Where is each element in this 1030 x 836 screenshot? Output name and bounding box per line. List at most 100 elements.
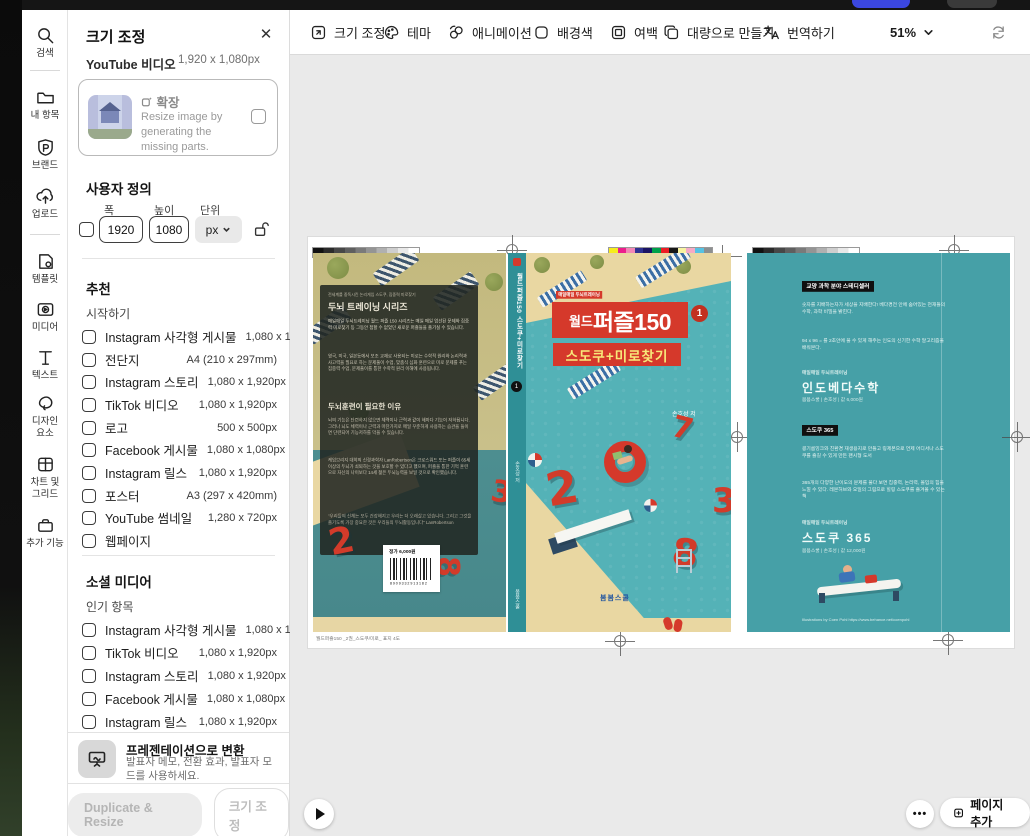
option-label: 로고 [105,418,128,437]
duplicate-resize-button[interactable]: Duplicate & Resize [68,793,202,836]
spine-title: 월드퍼즐150 스도쿠+미로찾기 [513,273,523,369]
option-label: Instagram 사각형 게시물 [105,327,237,346]
width-input[interactable] [99,216,143,243]
sync-icon [990,24,1007,41]
decor-tree [534,257,550,273]
flap-badge: 스도쿠 365 [802,425,838,436]
close-icon[interactable]: ✕ [257,25,275,43]
sidebar-item-media[interactable]: 미디어 [22,300,68,334]
checkbox[interactable] [82,466,96,480]
top-bar-secondary-button[interactable] [947,0,997,8]
back-heading: 두뇌 트레이닝 시리즈 [328,300,408,313]
history-sync-control[interactable] [990,10,1007,55]
toolbar-bulk-create[interactable]: 대량으로 만들기 [663,10,774,55]
sidebar-item-my-items[interactable]: 내 항목 [22,88,68,122]
height-input[interactable] [149,216,189,243]
background-color-icon [533,24,550,41]
play-preview-button[interactable] [304,799,334,829]
size-option-row[interactable]: 로고500 x 500px [82,419,277,436]
bulk-create-icon [663,24,680,41]
sidebar-item-templates[interactable]: 템플릿 [22,252,68,286]
unit-value: px [206,223,219,237]
templates-icon [36,252,55,271]
sidebar-item-search[interactable]: 검색 [22,26,68,60]
unlock-icon[interactable] [252,220,270,238]
toolbar-margins[interactable]: 여백 [610,10,658,55]
sidebar-item-label: 디자인 요소 [32,416,58,440]
checkbox[interactable] [82,375,96,389]
decor-number-3: 3 [712,481,731,521]
checkbox[interactable] [82,398,96,412]
checkbox[interactable] [82,511,96,525]
sidebar-item-charts-grids[interactable]: 차트 및 그리드 [22,455,68,501]
size-option-row[interactable]: Instagram 릴스1,080 x 1,920px [82,464,277,481]
toolbar-animation[interactable]: 애니메이션 [448,10,532,55]
checkbox[interactable] [82,353,96,367]
book-back-cover[interactable]: 전세계를 중독시킨 논리게임 스도쿠, 집중력 미로찾기 두뇌 트레이닝 시리즈… [313,253,506,632]
size-option-row[interactable]: Instagram 릴스1,080 x 1,920px [82,713,277,730]
option-size: 1,080 x 1,920px [208,376,286,388]
size-option-row[interactable]: 전단지A4 (210 x 297mm) [82,351,277,368]
front-publisher-logo: 봄봄스쿨 [600,593,630,603]
book-front-cover[interactable]: 매일매일 두뇌트레이닝 월드퍼즐150 1 스도쿠+미로찾기 손호성 저 7 2… [526,253,731,632]
checkbox[interactable] [82,330,96,344]
size-option-row[interactable]: Instagram 스토리1,080 x 1,920px [82,667,277,684]
price-label: 정가 6,000원 [389,548,449,555]
checkbox[interactable] [82,421,96,435]
size-option-row[interactable]: 포스터A3 (297 x 420mm) [82,487,277,504]
convert-to-presentation-banner[interactable]: 프레젠테이션으로 변환 발표자 메모, 전환 효과, 발표자 모드를 사용하세요… [68,732,289,784]
toolbar-label: 번역하기 [787,23,835,42]
toolbar-translate[interactable]: 번역하기 [763,10,835,55]
toolbox-icon [36,516,55,535]
app-sidebar: 검색 내 항목 브랜드 업로드 템플릿 미디어 텍스트 디자인 요소 차트 및 … [22,10,68,836]
toolbar-label: 테마 [407,23,431,42]
size-option-row[interactable]: Facebook 게시물1,080 x 1,080px [82,690,277,707]
option-label: Instagram 릴스 [105,463,187,482]
back-subheading: 두뇌훈련이 필요한 이유 [328,401,401,412]
size-option-row[interactable]: TikTok 비디오1,080 x 1,920px [82,396,277,413]
size-option-row[interactable]: TikTok 비디오1,080 x 1,920px [82,644,277,661]
divider [82,555,275,556]
size-option-row[interactable]: 웹페이지 [82,532,277,549]
registration-mark [1002,422,1030,452]
generative-expand-card[interactable]: 확장 Resize image by generating the missin… [78,79,278,156]
decor-person-body [838,571,855,583]
size-option-row[interactable]: YouTube 썸네일1,280 x 720px [82,509,277,526]
sidebar-item-add-ons[interactable]: 추가 기능 [22,516,68,550]
expand-checkbox[interactable] [251,109,266,124]
top-bar-primary-button[interactable] [852,0,910,8]
size-option-row[interactable]: Facebook 게시물1,080 x 1,080px [82,441,277,458]
checkbox[interactable] [82,669,96,683]
toolbar-label: 대량으로 만들기 [687,23,774,42]
book-spine[interactable]: 월드퍼즐150 스도쿠+미로찾기 1 손호성 저 봄봄스쿨 [508,253,526,632]
toolbar-theme[interactable]: 테마 [383,10,431,55]
sidebar-item-upload[interactable]: 업로드 [22,187,68,221]
decor-shape [88,129,132,139]
add-page-button[interactable]: 페이지 추가 [940,798,1030,827]
checkbox[interactable] [82,646,96,660]
size-option-row[interactable]: Instagram 사각형 게시물1,080 x 1,080px [82,328,277,345]
book-flap[interactable]: 교양 과학 분야 스테디셀러 숫자를 지배하는자가 세상을 지배한다! 베다경전… [747,253,1010,632]
zoom-control[interactable]: 51% [890,10,934,55]
unit-select[interactable]: px [195,216,242,243]
toolbar-background-color[interactable]: 배경색 [533,10,593,55]
checkbox[interactable] [82,534,96,548]
artboard-page[interactable]: 전세계를 중독시킨 논리게임 스도쿠, 집중력 미로찾기 두뇌 트레이닝 시리즈… [308,237,1014,648]
size-option-row[interactable]: Instagram 사각형 게시물1,080 x 1,080px [82,621,277,638]
checkbox[interactable] [82,443,96,457]
custom-checkbox[interactable] [79,222,94,237]
checkbox[interactable] [82,692,96,706]
sidebar-item-brand[interactable]: 브랜드 [22,138,68,172]
resize-button[interactable]: 크기 조정 [214,788,289,836]
folder-icon [36,88,55,107]
checkbox[interactable] [82,715,96,729]
more-options-button[interactable]: ••• [906,800,934,828]
checkbox[interactable] [82,489,96,503]
size-option-row[interactable]: Instagram 스토리1,080 x 1,920px [82,373,277,390]
sidebar-item-design-elements[interactable]: 디자인 요소 [22,394,68,440]
sidebar-item-text[interactable]: 텍스트 [22,348,68,382]
toolbar-resize[interactable]: 크기 조정 [310,10,385,55]
checkbox[interactable] [82,623,96,637]
canvas-area[interactable]: 전세계를 중독시킨 논리게임 스도쿠, 집중력 미로찾기 두뇌 트레이닝 시리즈… [290,55,1030,836]
price-barcode-box: 정가 6,000원 8909332913182 [383,545,440,592]
